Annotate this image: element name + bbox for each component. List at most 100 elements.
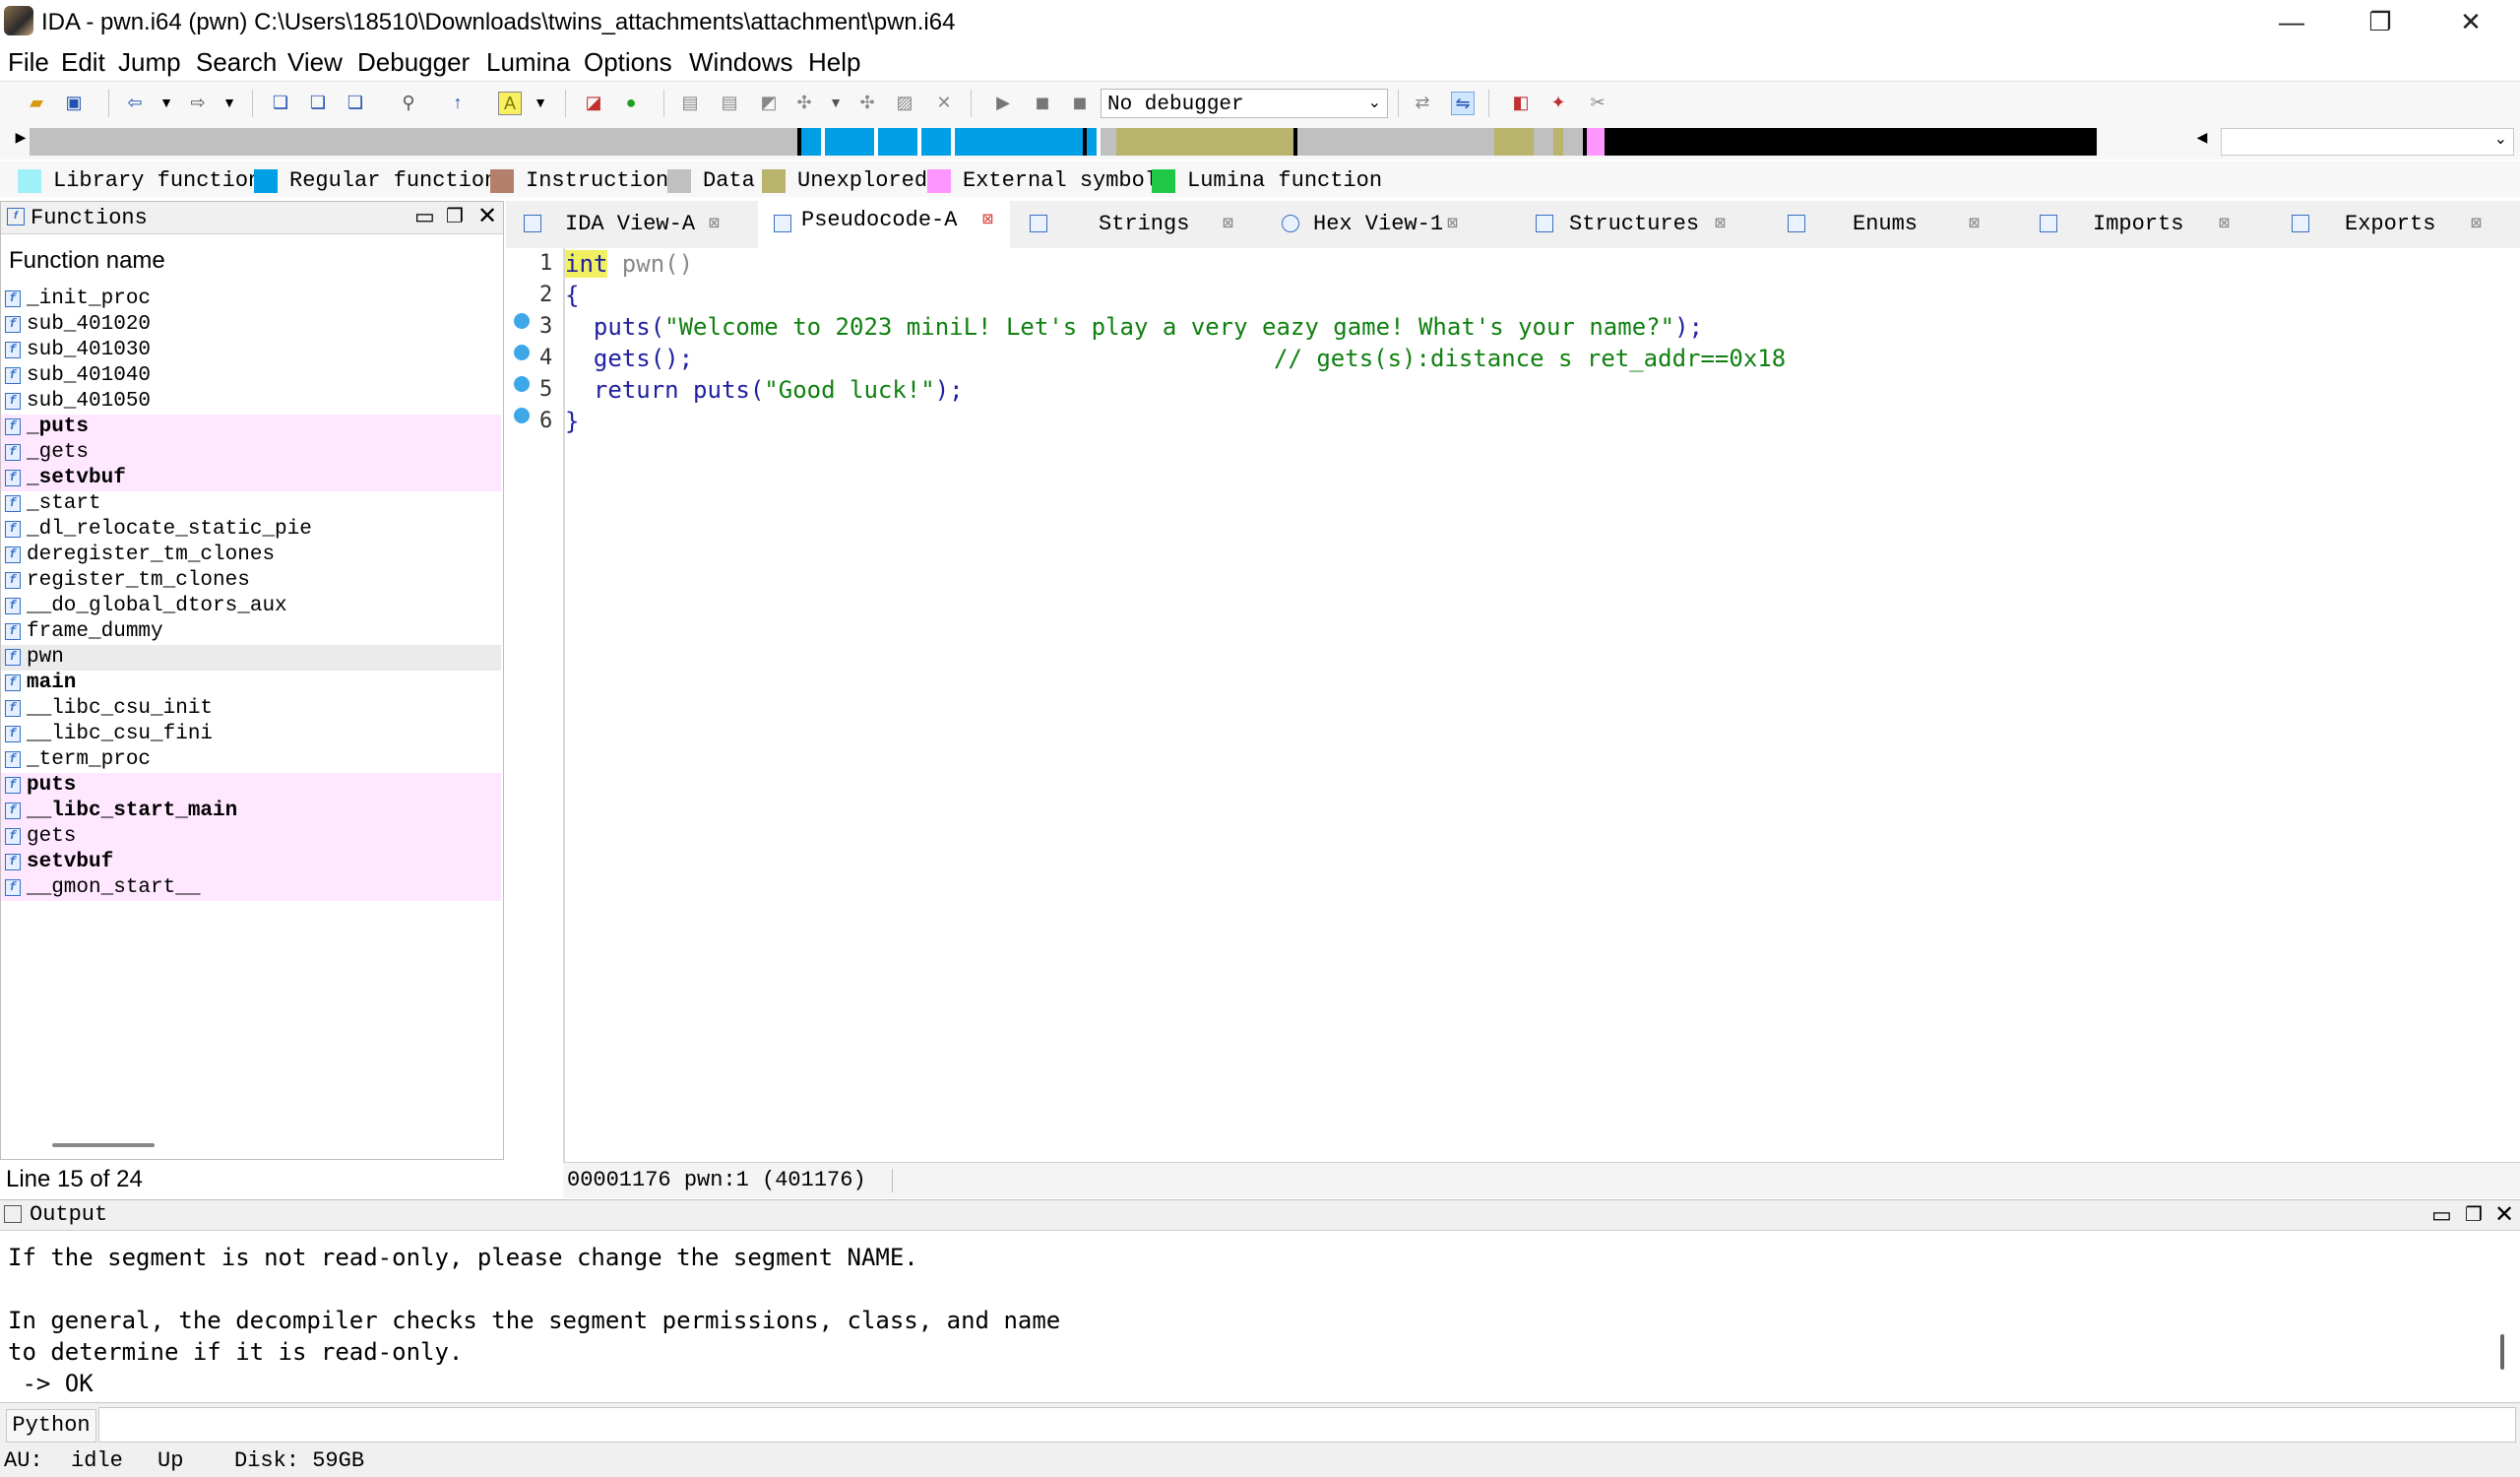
nav-right-icon[interactable]: ◀ xyxy=(2191,126,2213,148)
nav-combo[interactable]: ⌄ xyxy=(2221,128,2514,156)
code-comment[interactable]: // gets(s):distance s ret_addr==0x18 xyxy=(1274,343,1786,374)
stop-icon[interactable]: ◼ xyxy=(1069,92,1091,113)
image-icon[interactable]: ▨ xyxy=(894,92,915,113)
breakpoint-dropdown-icon[interactable]: ▼ xyxy=(825,92,847,113)
back-icon[interactable]: ⇦ xyxy=(124,92,146,113)
code-line-3[interactable]: puts("Welcome to 2023 miniL! Let's play … xyxy=(565,311,1703,343)
function-row[interactable]: f pwn xyxy=(1,645,501,671)
patch-icon[interactable]: ✣ xyxy=(856,92,878,113)
function-row[interactable]: f _setvbuf xyxy=(1,466,501,491)
function-row[interactable]: f sub_401020 xyxy=(1,312,501,338)
function-row[interactable]: f _start xyxy=(1,491,501,517)
function-row[interactable]: f frame_dummy xyxy=(1,619,501,645)
menu-jump[interactable]: Jump xyxy=(118,47,181,78)
text-search-icon[interactable]: ❏ xyxy=(307,92,329,113)
function-row[interactable]: f sub_401030 xyxy=(1,338,501,363)
close-tab-icon[interactable]: ⊠ xyxy=(1447,201,1458,248)
close-tab-icon[interactable]: ⊠ xyxy=(982,197,993,244)
function-row[interactable]: f __libc_start_main xyxy=(1,799,501,824)
function-row[interactable]: f _gets xyxy=(1,440,501,466)
close-tab-icon[interactable]: ⊠ xyxy=(1969,201,1980,248)
debugger-select[interactable]: No debugger ⌄ xyxy=(1101,89,1388,118)
panel-maximize-icon[interactable]: ▭ xyxy=(414,204,435,229)
python-language-button[interactable]: Python xyxy=(6,1409,96,1443)
nav-left-icon[interactable]: ▶ xyxy=(10,126,32,148)
function-row[interactable]: f __libc_csu_init xyxy=(1,696,501,722)
code-line-4[interactable]: gets(); xyxy=(565,343,693,374)
function-row[interactable]: f main xyxy=(1,671,501,696)
sync-icon[interactable]: ⇋ xyxy=(1451,92,1475,115)
function-row[interactable]: f _puts xyxy=(1,415,501,440)
panel-close-icon[interactable]: ✕ xyxy=(2494,1200,2514,1229)
tab-strings[interactable]: Strings ⊠ xyxy=(1024,201,1256,248)
attach-icon[interactable]: ⇄ xyxy=(1412,92,1433,113)
breakpoint-dot-icon[interactable] xyxy=(514,345,530,360)
tab-structures[interactable]: Structures ⊠ xyxy=(1530,201,1762,248)
function-row[interactable]: f __gmon_start__ xyxy=(1,875,501,901)
breakpoint-dot-icon[interactable] xyxy=(514,408,530,423)
lumina-push-icon[interactable]: ✂ xyxy=(1587,92,1608,113)
green-dot-icon[interactable]: ● xyxy=(620,92,642,113)
function-row[interactable]: f deregister_tm_clones xyxy=(1,543,501,568)
forward-icon[interactable]: ⇨ xyxy=(187,92,209,113)
create-function-icon[interactable]: ◩ xyxy=(758,92,780,113)
back-dropdown-icon[interactable]: ▼ xyxy=(156,92,177,113)
create-code-icon[interactable]: ▤ xyxy=(679,92,701,113)
menu-help[interactable]: Help xyxy=(808,47,860,78)
close-tab-icon[interactable]: ⊠ xyxy=(709,201,720,248)
function-row[interactable]: f gets xyxy=(1,824,501,850)
pause-icon[interactable]: ◼ xyxy=(1032,92,1053,113)
function-row[interactable]: f register_tm_clones xyxy=(1,568,501,594)
xref-icon[interactable]: ◧ xyxy=(1510,92,1532,113)
function-row[interactable]: f __libc_csu_fini xyxy=(1,722,501,747)
function-name-column-header[interactable]: Function name xyxy=(9,247,165,275)
binary-search-icon[interactable]: ❏ xyxy=(270,92,291,113)
code-line-5[interactable]: return puts("Good luck!"); xyxy=(565,374,964,406)
navigation-strip[interactable] xyxy=(30,128,2185,156)
menu-view[interactable]: View xyxy=(287,47,343,78)
code-function-signature[interactable]: pwn() xyxy=(607,250,693,278)
tab-exports[interactable]: Exports ⊠ xyxy=(2290,201,2520,248)
function-row[interactable]: f _init_proc xyxy=(1,287,501,312)
menu-file[interactable]: File xyxy=(8,47,49,78)
function-row[interactable]: f _dl_relocate_static_pie xyxy=(1,517,501,543)
horizontal-scrollbar[interactable] xyxy=(52,1143,155,1147)
panel-float-icon[interactable]: ❐ xyxy=(2465,1202,2483,1227)
string-icon[interactable]: A xyxy=(498,92,522,115)
function-row[interactable]: f _term_proc xyxy=(1,747,501,773)
tab-enums[interactable]: Enums ⊠ xyxy=(1786,201,2018,248)
create-data-icon[interactable]: ▤ xyxy=(719,92,740,113)
lumina-pull-icon[interactable]: ✦ xyxy=(1547,92,1569,113)
code-line-2[interactable]: { xyxy=(565,280,579,311)
run-icon[interactable]: ▶ xyxy=(992,92,1014,113)
minimize-button[interactable]: — xyxy=(2272,6,2311,37)
immediate-search-icon[interactable]: ❏ xyxy=(345,92,366,113)
function-row[interactable]: f puts xyxy=(1,773,501,799)
forward-dropdown-icon[interactable]: ▼ xyxy=(219,92,240,113)
open-file-icon[interactable]: ▰ xyxy=(26,92,47,113)
tab-imports[interactable]: Imports ⊠ xyxy=(2038,201,2270,248)
code-line-1[interactable]: int pwn() xyxy=(565,248,693,280)
panel-close-icon[interactable]: ✕ xyxy=(477,202,497,230)
pseudocode-view[interactable]: 1 2 3 4 5 6 int pwn() { puts("Welcome to… xyxy=(506,248,2520,1162)
function-row[interactable]: f sub_401040 xyxy=(1,363,501,389)
string-dropdown-icon[interactable]: ▼ xyxy=(530,92,551,113)
code-keyword[interactable]: int xyxy=(565,250,608,278)
menu-search[interactable]: Search xyxy=(196,47,277,78)
function-row[interactable]: f __do_global_dtors_aux xyxy=(1,594,501,619)
panel-maximize-icon[interactable]: ▭ xyxy=(2431,1202,2452,1228)
panel-float-icon[interactable]: ❐ xyxy=(446,204,464,228)
close-tab-icon[interactable]: ⊠ xyxy=(1223,201,1233,248)
close-tab-icon[interactable]: ⊠ xyxy=(2471,201,2482,248)
code-line-6[interactable]: } xyxy=(565,406,579,437)
function-row[interactable]: f setvbuf xyxy=(1,850,501,875)
breakpoint-dot-icon[interactable] xyxy=(514,313,530,329)
delete-icon[interactable]: ✕ xyxy=(933,92,955,113)
menu-debugger[interactable]: Debugger xyxy=(357,47,470,78)
vertical-scrollbar[interactable] xyxy=(2500,1334,2504,1370)
menu-edit[interactable]: Edit xyxy=(61,47,105,78)
jump-up-icon[interactable]: ↑ xyxy=(447,92,469,113)
tab-ida-view-a[interactable]: IDA View-A ⊠ xyxy=(506,201,732,248)
breakpoint-dot-icon[interactable] xyxy=(514,376,530,392)
maximize-button[interactable]: ❐ xyxy=(2361,6,2400,37)
